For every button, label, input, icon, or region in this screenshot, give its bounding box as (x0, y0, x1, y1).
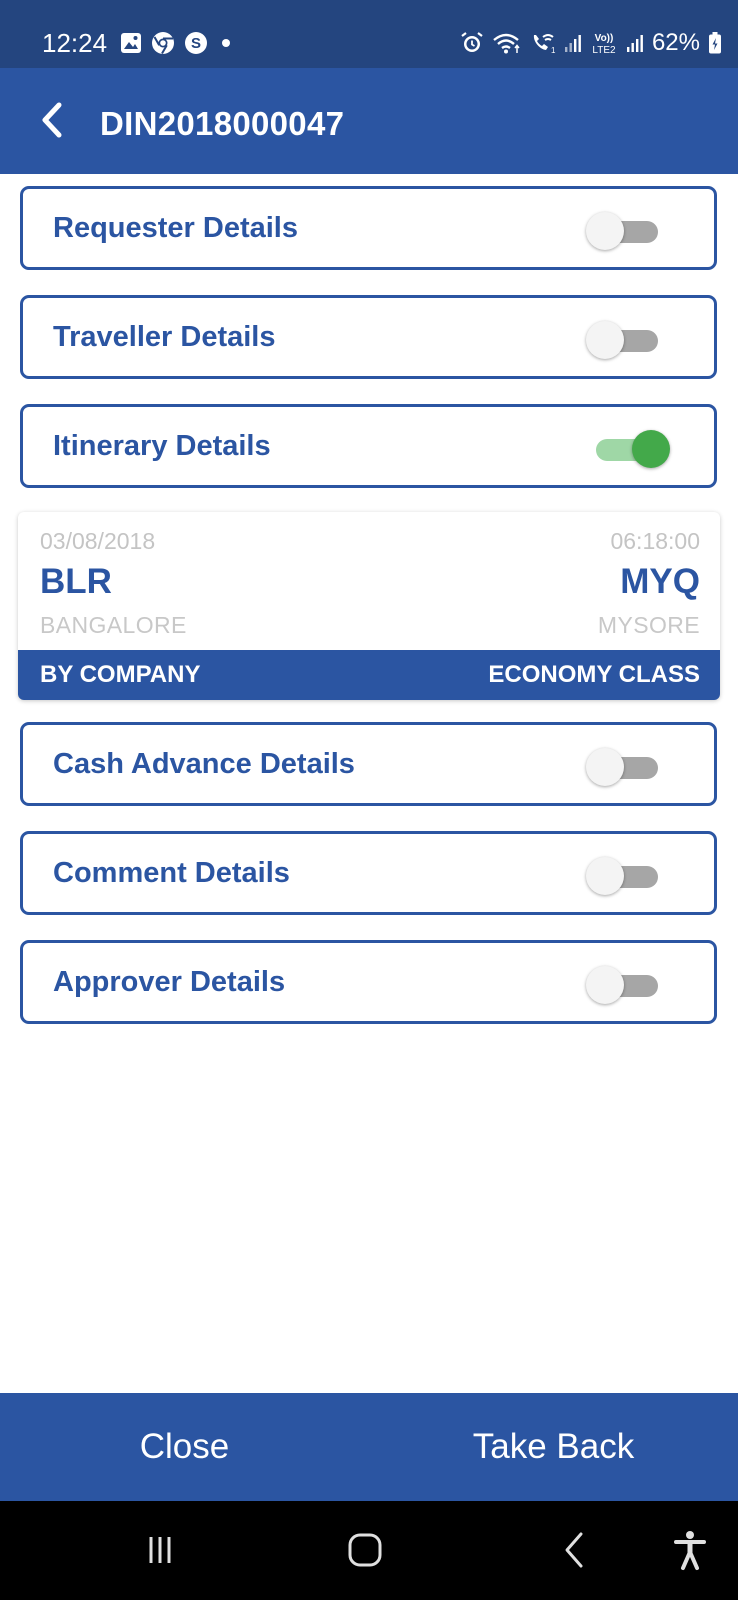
approver-details-toggle[interactable] (586, 964, 666, 1004)
accessibility-button[interactable] (660, 1525, 720, 1575)
wifi-icon (492, 31, 522, 55)
close-button[interactable]: Close (0, 1393, 369, 1501)
itinerary-footer: BY COMPANY ECONOMY CLASS (18, 650, 720, 700)
travel-class: ECONOMY CLASS (488, 661, 700, 688)
status-right-icons: 1 Vo)) LTE2 62% (460, 26, 722, 60)
back-icon (565, 1532, 583, 1568)
home-icon (348, 1533, 382, 1567)
dot-icon (217, 32, 235, 54)
destination-code: MYQ (620, 562, 700, 601)
itinerary-details-toggle[interactable] (586, 428, 670, 468)
section-label: Traveller Details (53, 321, 276, 353)
recent-apps-button[interactable] (130, 1525, 190, 1575)
chrome-icon (151, 31, 175, 55)
signal-icon (626, 32, 644, 54)
status-left-icons: S (120, 30, 235, 56)
s-app-icon: S (184, 31, 208, 55)
section-itinerary-details[interactable]: Itinerary Details (20, 404, 717, 488)
cash-advance-details-toggle[interactable] (586, 746, 666, 786)
section-label: Comment Details (53, 857, 290, 889)
signal-icon (564, 32, 582, 54)
page-title: DIN2018000047 (100, 105, 345, 142)
section-approver-details[interactable]: Approver Details (20, 940, 717, 1024)
comment-details-toggle[interactable] (586, 855, 666, 895)
requester-details-toggle[interactable] (586, 210, 666, 250)
payment-mode: BY COMPANY (40, 661, 201, 688)
take-back-button[interactable]: Take Back (369, 1393, 738, 1501)
svg-text:S: S (191, 35, 201, 52)
destination-city: MYSORE (597, 612, 700, 638)
itinerary-date: 03/08/2018 (40, 528, 156, 554)
svg-text:1: 1 (551, 46, 556, 55)
status-time: 12:24 (42, 28, 108, 58)
back-button[interactable] (24, 92, 80, 148)
svg-text:Vo)): Vo)) (595, 33, 614, 44)
section-label: Itinerary Details (53, 430, 271, 462)
section-cash-advance-details[interactable]: Cash Advance Details (20, 722, 717, 806)
battery-percent: 62% (651, 29, 700, 56)
traveller-details-toggle[interactable] (586, 319, 666, 359)
accessibility-icon (674, 1531, 706, 1570)
section-traveller-details[interactable]: Traveller Details (20, 295, 717, 379)
wifi-call-icon: 1 (530, 31, 556, 55)
system-nav-bar (0, 1501, 738, 1600)
recent-apps-icon (149, 1537, 171, 1563)
chevron-left-icon (42, 102, 62, 138)
app-bar: DIN2018000047 (0, 68, 738, 174)
section-requester-details[interactable]: Requester Details (20, 186, 717, 270)
home-button[interactable] (335, 1525, 395, 1575)
itinerary-time: 06:18:00 (610, 528, 700, 554)
itinerary-card[interactable]: 03/08/2018 06:18:00 BLR MYQ BANGALORE MY… (18, 512, 720, 700)
svg-text:LTE2: LTE2 (592, 45, 616, 56)
section-label: Cash Advance Details (53, 748, 355, 780)
section-label: Requester Details (53, 212, 298, 244)
nav-back-button[interactable] (545, 1525, 605, 1575)
bottom-action-bar: Close Take Back (0, 1393, 738, 1501)
battery-icon (708, 31, 722, 55)
volte-lte2-icon: Vo)) LTE2 (590, 30, 618, 56)
status-bar: 12:24 S 1 Vo)) LTE2 62% (0, 0, 738, 68)
section-label: Approver Details (53, 966, 286, 998)
origin-city: BANGALORE (40, 612, 187, 638)
section-comment-details[interactable]: Comment Details (20, 831, 717, 915)
alarm-icon (460, 31, 484, 55)
gallery-icon (120, 32, 142, 54)
origin-code: BLR (40, 562, 112, 601)
